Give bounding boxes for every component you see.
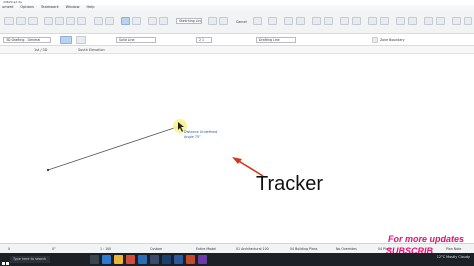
linetype-field[interactable]: Solid Line: [116, 37, 156, 43]
line-start-point: [46, 168, 50, 172]
status-undo[interactable]: 0: [8, 246, 10, 252]
tool-shell-button[interactable]: [408, 17, 417, 25]
tool-worksheet-button[interactable]: [352, 17, 361, 25]
sketch-field[interactable]: Sketching Lines: [176, 18, 202, 24]
view-tabs: 1st / 3D South Elevation: [0, 46, 474, 54]
status-angle[interactable]: 0°: [52, 246, 56, 252]
drawn-line: [47, 125, 181, 171]
tool-elevation-button[interactable]: [324, 17, 333, 25]
task-view-icon[interactable]: [90, 255, 99, 264]
tool-pointer-button[interactable]: [4, 17, 14, 25]
edge-icon[interactable]: [102, 255, 111, 264]
watermark-updates: For more updates: [388, 234, 465, 244]
tool-hotspot-button[interactable]: [253, 17, 262, 25]
mail-icon[interactable]: [138, 255, 147, 264]
file-explorer-icon[interactable]: [114, 255, 123, 264]
status-layer-combo[interactable]: 01 Architectural 100: [236, 246, 269, 252]
zone-checkbox[interactable]: [372, 37, 378, 43]
pen-field[interactable]: 2 1: [196, 37, 212, 43]
tool-polyline-button[interactable]: [148, 17, 157, 25]
tool-offset-button[interactable]: [77, 17, 86, 25]
tool-spline-button[interactable]: [159, 17, 168, 25]
chrome-icon[interactable]: [126, 255, 135, 264]
taskbar-search-input[interactable]: Type here to search: [10, 256, 50, 263]
tool-mesh-button[interactable]: [424, 17, 433, 25]
powerpoint-icon[interactable]: [186, 255, 195, 264]
drawing-canvas[interactable]: [0, 54, 474, 244]
system-tray-weather[interactable]: 12°C Mostly Cloudy: [437, 255, 470, 260]
tool-section-button[interactable]: [312, 17, 321, 25]
tab-south-elevation[interactable]: South Elevation: [78, 46, 105, 54]
tool-railing-button[interactable]: [464, 17, 472, 25]
tool-dimension-button[interactable]: [284, 17, 293, 25]
drawing-svg: [46, 119, 264, 177]
tracker-popup: Distance Undefined Angle 75°: [184, 130, 217, 140]
status-view-set[interactable]: 04 Building Plans: [290, 246, 317, 252]
app-window: dd620.ad.3e ument Options Teamwork Windo…: [0, 0, 474, 266]
tool-selection-button[interactable]: [16, 17, 26, 25]
category-field[interactable]: Drafting Line: [256, 37, 296, 43]
tool-roof-button[interactable]: [396, 17, 405, 25]
tool-fill-button[interactable]: [208, 17, 217, 25]
tool-drag-button[interactable]: [66, 17, 75, 25]
toolbar-top: Sketching Lines Cancel: [0, 10, 474, 34]
archicad-icon[interactable]: [150, 255, 159, 264]
status-overrides[interactable]: No Overrides: [336, 246, 357, 252]
tool-curtainwall-button[interactable]: [436, 17, 445, 25]
taskbar: Type here to search 12°C Mostly Cloudy: [0, 253, 474, 266]
zone-checkbox-label: Zone Boundary: [380, 38, 405, 42]
line-style-button[interactable]: [76, 36, 86, 44]
info-box: 3D Drafting - General Solid Line 2 1 Dra…: [0, 34, 474, 46]
tool-guide-button[interactable]: [105, 17, 114, 25]
tool-camera-button[interactable]: [368, 17, 377, 25]
tool-mirror-button[interactable]: [55, 17, 64, 25]
annotation-label: Tracker: [256, 173, 324, 195]
app-icon[interactable]: [198, 255, 207, 264]
tool-stair-button[interactable]: [452, 17, 461, 25]
cancel-label[interactable]: Cancel: [236, 20, 247, 24]
status-pen-set[interactable]: Custom: [150, 246, 162, 252]
windows-start-icon[interactable]: [1, 255, 10, 265]
tracker-angle: Angle 75°: [184, 135, 201, 139]
tool-detail-button[interactable]: [340, 17, 349, 25]
status-scale[interactable]: 1 : 100: [100, 246, 111, 252]
word-icon[interactable]: [174, 255, 183, 264]
tool-text-button[interactable]: [219, 17, 228, 25]
tab-1st-3d[interactable]: 1st / 3D: [34, 46, 47, 54]
status-plan-note[interactable]: Plan Note: [446, 246, 461, 252]
tool-zone-button[interactable]: [268, 17, 277, 25]
tool-label-button[interactable]: [296, 17, 305, 25]
tool-snap-button[interactable]: [94, 17, 103, 25]
tool-rotate-button[interactable]: [44, 17, 53, 25]
tool-marquee-button[interactable]: [28, 17, 38, 25]
tool-arc-button[interactable]: [132, 17, 141, 25]
layer-field[interactable]: 3D Drafting - General: [3, 37, 51, 43]
status-model-view[interactable]: Entire Model: [196, 246, 216, 252]
geometry-method-button[interactable]: [60, 36, 72, 44]
tool-morph-button[interactable]: [380, 17, 389, 25]
photoshop-icon[interactable]: [162, 255, 171, 264]
tool-line-button[interactable]: [121, 17, 130, 25]
